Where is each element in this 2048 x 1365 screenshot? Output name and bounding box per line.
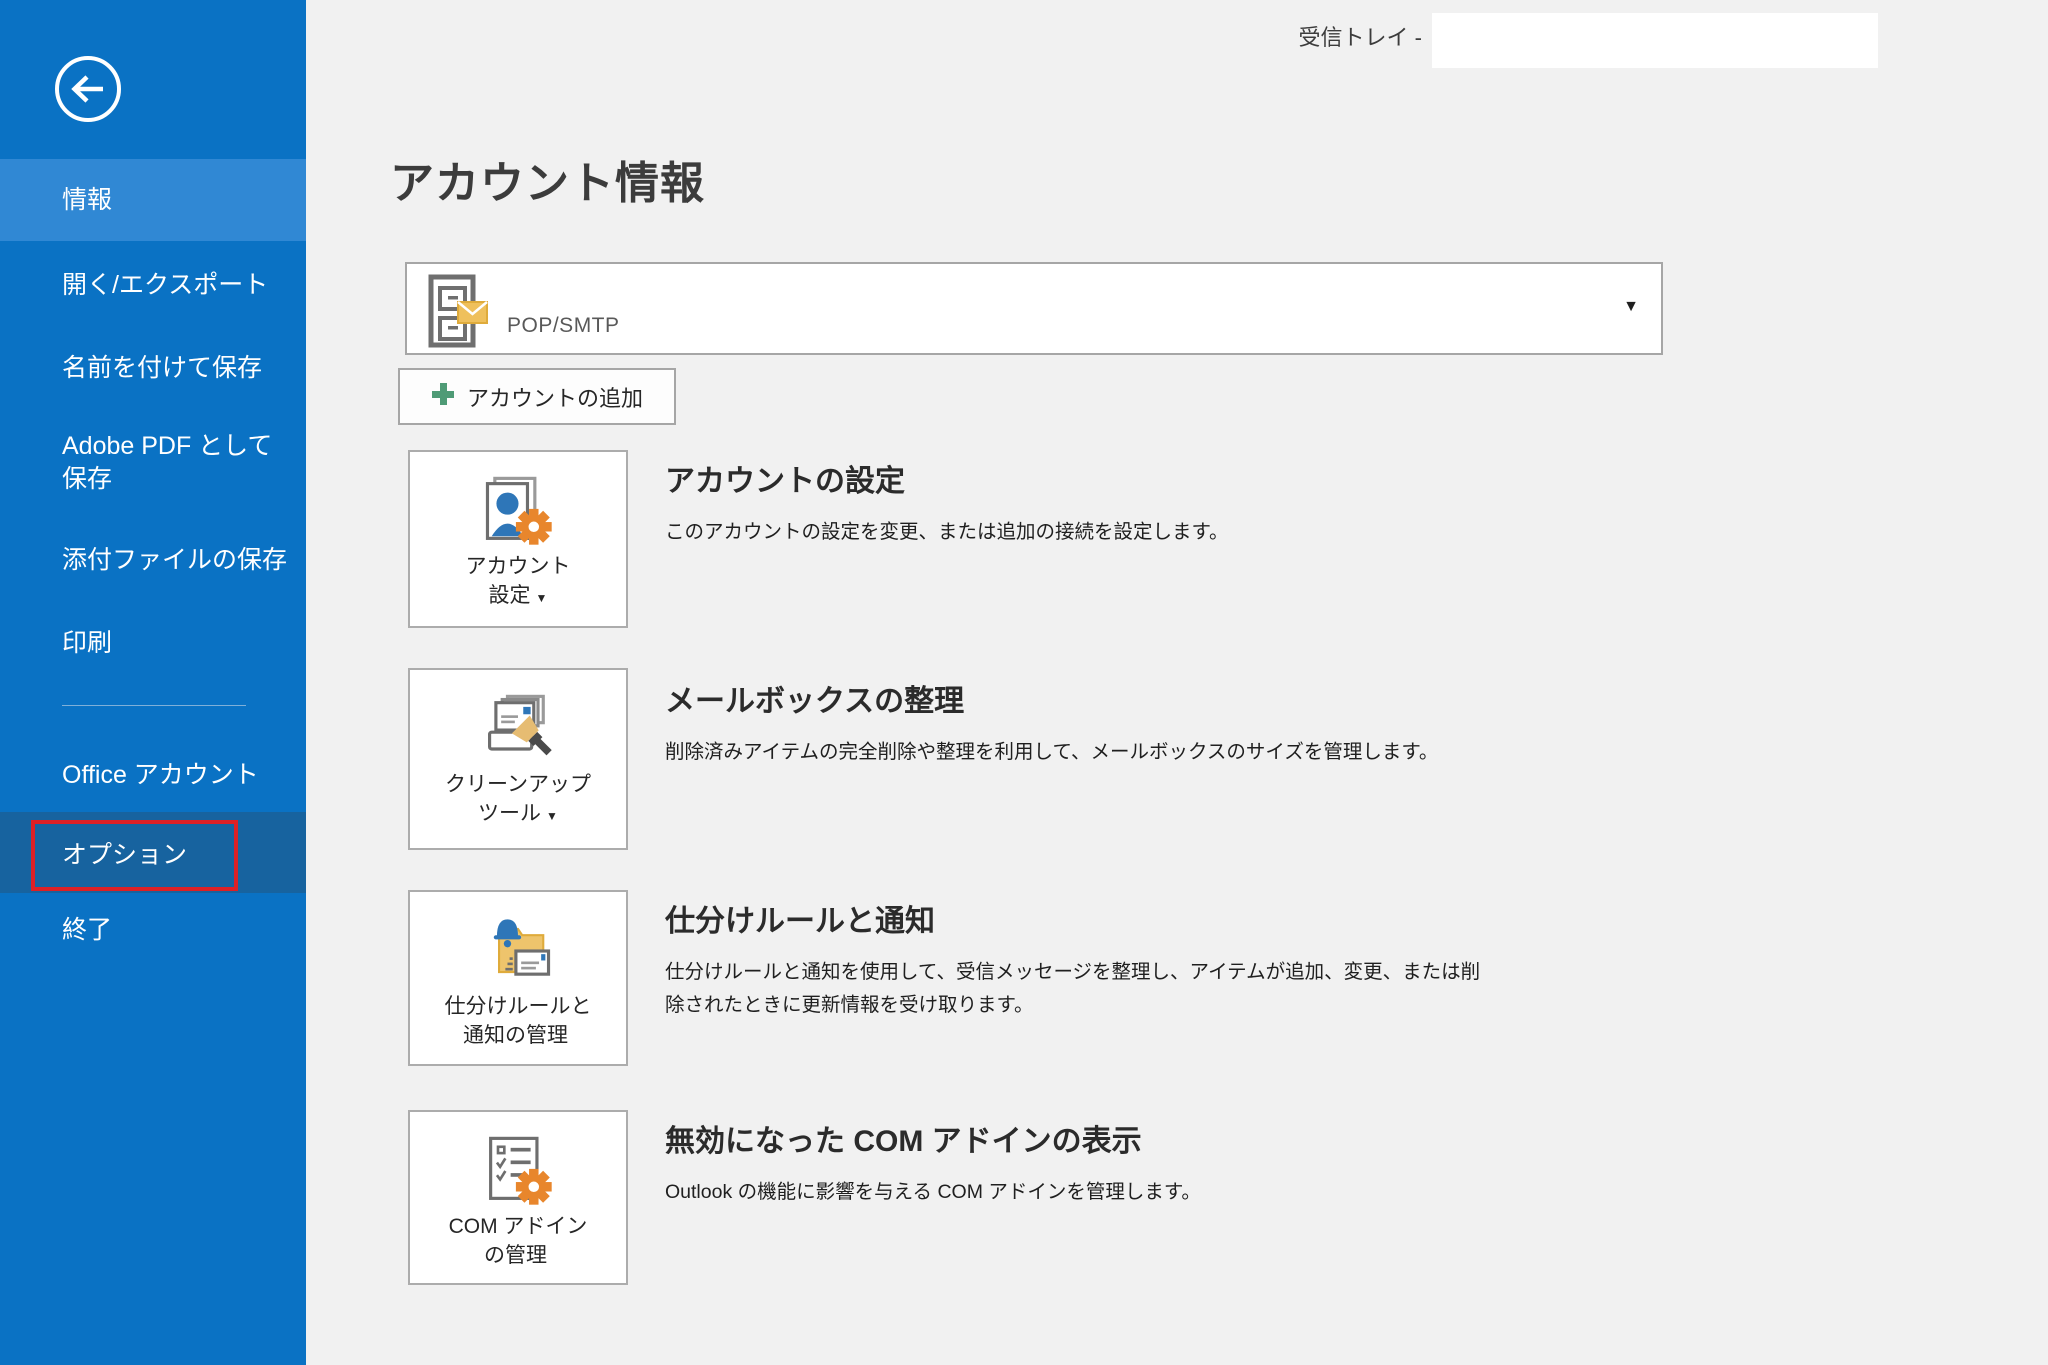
account-type-value: POP/SMTP (507, 314, 620, 338)
com-addins-tile-button[interactable]: COM アドイン の管理 (408, 1110, 628, 1285)
redacted-account-name (1432, 13, 1878, 68)
tile-label: クリーンアップ ツール▼ (445, 770, 591, 831)
sidebar-item-label-line2: 保存 (0, 463, 306, 496)
cleanup-tools-tile-button[interactable]: クリーンアップ ツール▼ (408, 668, 628, 850)
section-account-settings: アカウントの設定 このアカウントの設定を変更、または追加の接続を設定します。 (665, 456, 1905, 549)
sidebar-item-info[interactable]: 情報 (0, 159, 306, 241)
back-arrow-icon (53, 111, 123, 128)
section-com-addins: 無効になった COM アドインの表示 Outlook の機能に影響を与える CO… (665, 1116, 1905, 1209)
add-account-label: アカウントの追加 (467, 381, 643, 413)
add-account-button[interactable]: アカウントの追加 (398, 368, 676, 425)
chevron-down-icon: ▼ (546, 809, 558, 823)
plus-icon (431, 382, 455, 411)
tile-label: COM アドイン の管理 (449, 1212, 588, 1273)
section-description-line2: 除されたときに更新情報を受け取ります。 (665, 989, 1905, 1022)
window-title-inbox: 受信トレイ - (1299, 20, 1422, 52)
sidebar-item-save-attachments[interactable]: 添付ファイルの保存 (0, 543, 306, 577)
section-heading: メールボックスの整理 (665, 676, 1905, 720)
section-description: このアカウントの設定を変更、または追加の接続を設定します。 (665, 516, 1905, 549)
chevron-down-icon: ▼ (536, 591, 548, 605)
backstage-sidebar: 情報 開く/エクスポート 名前を付けて保存 Adobe PDF として 保存 添… (0, 0, 306, 1365)
account-settings-tile-button[interactable]: アカウント 設定▼ (408, 450, 628, 628)
section-mailbox-cleanup: メールボックスの整理 削除済みアイテムの完全削除や整理を利用して、メールボックス… (665, 676, 1905, 769)
sidebar-item-save-as-adobe-pdf[interactable]: Adobe PDF として 保存 (0, 430, 306, 498)
com-addins-icon (478, 1130, 558, 1212)
section-heading: 仕分けルールと通知 (665, 896, 1905, 940)
sidebar-item-label: 印刷 (0, 626, 306, 660)
back-button[interactable] (53, 54, 123, 124)
sidebar-item-print[interactable]: 印刷 (0, 626, 306, 660)
rules-alerts-icon (478, 910, 558, 992)
sidebar-item-label: Office アカウント (0, 758, 306, 792)
sidebar-divider (62, 705, 246, 706)
tile-label: アカウント 設定▼ (466, 552, 571, 613)
section-rules-alerts: 仕分けルールと通知 仕分けルールと通知を使用して、受信メッセージを整理し、アイテ… (665, 896, 1905, 1022)
sidebar-item-exit[interactable]: 終了 (0, 913, 306, 947)
sidebar-item-label: 開く/エクスポート (0, 268, 306, 302)
cleanup-tools-icon (478, 688, 558, 770)
sidebar-item-save-as[interactable]: 名前を付けて保存 (0, 351, 306, 385)
tile-label: 仕分けルールと 通知の管理 (445, 992, 592, 1053)
sidebar-item-label: 添付ファイルの保存 (0, 543, 306, 577)
sidebar-item-open-export[interactable]: 開く/エクスポート (0, 268, 306, 302)
section-heading: 無効になった COM アドインの表示 (665, 1116, 1905, 1160)
sidebar-item-label: 情報 (0, 159, 306, 241)
page-title: アカウント情報 (390, 147, 705, 211)
rules-alerts-tile-button[interactable]: 仕分けルールと 通知の管理 (408, 890, 628, 1066)
account-settings-icon (478, 470, 558, 552)
section-description: 削除済みアイテムの完全削除や整理を利用して、メールボックスのサイズを管理します。 (665, 736, 1905, 769)
sidebar-item-label: Adobe PDF として (0, 430, 306, 463)
section-heading: アカウントの設定 (665, 456, 1905, 500)
account-info-pane: 受信トレイ - アカウント情報 POP/SMTP ▼ (306, 0, 2048, 1365)
account-selector-dropdown[interactable]: POP/SMTP ▼ (405, 262, 1663, 355)
sidebar-item-office-account[interactable]: Office アカウント (0, 758, 306, 792)
mail-account-icon (425, 273, 489, 354)
section-description: Outlook の機能に影響を与える COM アドインを管理します。 (665, 1176, 1905, 1209)
sidebar-item-label: オプション (0, 820, 306, 891)
sidebar-item-label: 名前を付けて保存 (0, 351, 306, 385)
section-description: 仕分けルールと通知を使用して、受信メッセージを整理し、アイテムが追加、変更、また… (665, 956, 1905, 989)
sidebar-item-options[interactable]: オプション (0, 812, 306, 893)
chevron-down-icon: ▼ (1623, 298, 1639, 316)
sidebar-item-label: 終了 (0, 913, 306, 947)
